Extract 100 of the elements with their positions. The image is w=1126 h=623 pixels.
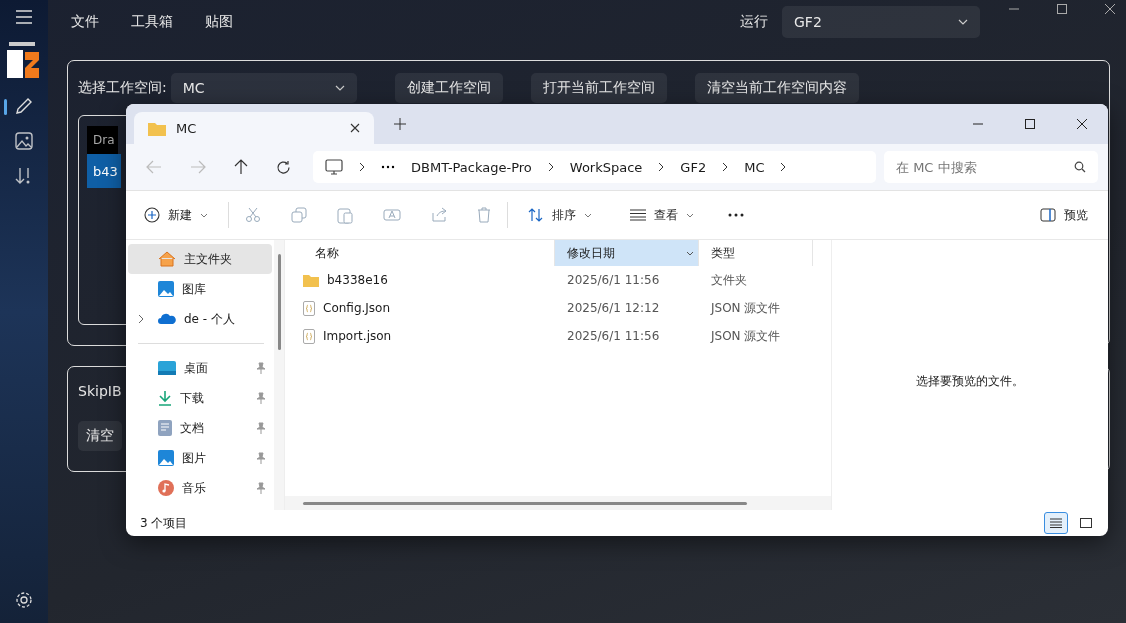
file-name[interactable]: b4338e16: [327, 273, 388, 287]
workspace-button[interactable]: 创建工作空间: [394, 73, 503, 103]
chevron-down-icon: [200, 212, 208, 218]
nav-item[interactable]: 图库: [128, 274, 272, 304]
preview-pane-icon: [1040, 208, 1056, 222]
nav-item[interactable]: 下载: [128, 383, 272, 413]
breadcrumb-item[interactable]: DBMT-Package-Pro: [411, 159, 532, 175]
address-bar[interactable]: DBMT-Package-Pro WorkSpace GF2 MC: [313, 151, 876, 183]
list-view-icon: [630, 209, 646, 221]
picture-icon: [158, 281, 174, 297]
search-field[interactable]: 在 MC 中搜索: [884, 151, 1098, 183]
pin-icon[interactable]: [256, 422, 266, 434]
column-header[interactable]: 修改日期: [555, 240, 699, 266]
selection-indicator: [4, 99, 7, 115]
search-icon: [1074, 161, 1086, 173]
more-icon[interactable]: [381, 165, 395, 169]
close-icon[interactable]: [1104, 3, 1116, 15]
image-icon[interactable]: [15, 132, 33, 150]
modified-date: 2025/6/1 11:56: [567, 329, 660, 343]
menu-icon[interactable]: [15, 10, 33, 24]
new-button[interactable]: 新建: [140, 202, 212, 228]
breadcrumb-item[interactable]: WorkSpace: [569, 159, 643, 175]
file-name[interactable]: Import.json: [323, 329, 392, 343]
preview-message: 选择要预览的文件。: [916, 372, 1024, 390]
game-dropdown[interactable]: GF2: [782, 6, 980, 38]
scrollbar-thumb[interactable]: [277, 254, 281, 350]
sort-arrows-icon: [528, 207, 544, 223]
workspace-button[interactable]: 清空当前工作空间内容: [694, 73, 859, 103]
pencil-icon[interactable]: [14, 96, 34, 116]
cloud-icon: [158, 313, 176, 325]
workspace-button[interactable]: 打开当前工作空间: [530, 73, 667, 103]
document-icon: [158, 420, 172, 436]
workspace-dropdown[interactable]: MC: [170, 73, 357, 103]
more-icon[interactable]: [728, 213, 744, 217]
chevron-down-icon: [686, 212, 694, 218]
preview-button[interactable]: 预览: [1036, 202, 1092, 228]
download-icon: [158, 390, 172, 406]
modified-date: 2025/6/1 12:12: [567, 301, 660, 315]
clear-button[interactable]: 清空: [78, 421, 122, 451]
details-view-icon: [1050, 518, 1062, 528]
monitor-icon: [325, 159, 343, 175]
logo-drawing: [7, 40, 41, 80]
pin-icon[interactable]: [256, 452, 266, 464]
view-button[interactable]: 查看: [626, 202, 698, 228]
pin-icon[interactable]: [256, 482, 266, 494]
nav-item[interactable]: 文档: [128, 413, 272, 443]
list-header: Dra: [87, 126, 118, 154]
expand-chevron-icon[interactable]: [138, 314, 144, 324]
file-type: JSON 源文件: [711, 299, 781, 317]
file-type: 文件夹: [711, 271, 747, 289]
close-icon[interactable]: [1076, 118, 1088, 130]
plus-circle-icon: [144, 207, 160, 223]
chevron-right-icon[interactable]: [780, 162, 787, 172]
settings-icon[interactable]: [15, 591, 33, 609]
nav-item[interactable]: de - 个人: [128, 304, 272, 334]
new-tab-icon[interactable]: [394, 118, 406, 130]
modified-date: 2025/6/1 11:56: [567, 273, 660, 287]
tiles-view-icon: [1080, 518, 1092, 528]
explorer-tab[interactable]: MC: [134, 112, 374, 144]
house-icon: [158, 251, 176, 267]
chevron-down-icon: [334, 85, 345, 91]
close-icon[interactable]: [350, 123, 360, 133]
chevron-right-icon[interactable]: [658, 162, 665, 172]
nav-item[interactable]: 主文件夹: [128, 244, 272, 274]
breadcrumb-item[interactable]: GF2: [680, 159, 707, 175]
desktop-icon: [158, 361, 176, 375]
menu-item[interactable]: 贴图: [205, 13, 233, 31]
refresh-icon[interactable]: [276, 159, 291, 175]
up-icon[interactable]: [234, 159, 248, 175]
chevron-down-icon: [958, 19, 968, 25]
nav-item[interactable]: 桌面: [128, 353, 272, 383]
menu-item[interactable]: 工具箱: [131, 13, 173, 31]
picture-icon: [158, 450, 174, 466]
json-file-icon: [303, 328, 315, 344]
music-icon: [158, 480, 174, 496]
json-file-icon: [303, 300, 315, 316]
nav-item[interactable]: 图片: [128, 443, 272, 473]
maximize-icon[interactable]: [1056, 3, 1068, 15]
folder-icon: [148, 120, 166, 136]
pin-icon[interactable]: [256, 392, 266, 404]
workspace-label: 选择工作空间:: [78, 79, 167, 97]
column-header[interactable]: 类型: [699, 240, 813, 266]
menu-item[interactable]: 文件: [71, 13, 99, 31]
skipib-label: SkipIB: [78, 383, 122, 399]
file-type: JSON 源文件: [711, 327, 781, 345]
chevron-right-icon[interactable]: [547, 162, 554, 172]
details-view-button[interactable]: [1044, 512, 1068, 534]
pin-icon[interactable]: [256, 362, 266, 374]
run-label: 运行: [740, 13, 768, 31]
scrollbar-thumb[interactable]: [303, 501, 747, 505]
chevron-right-icon[interactable]: [722, 162, 729, 172]
chevron-down-icon: [686, 250, 694, 256]
sort-button[interactable]: 排序: [524, 202, 596, 228]
maximize-icon[interactable]: [1024, 118, 1036, 130]
breadcrumb-item[interactable]: MC: [744, 159, 765, 175]
list-item[interactable]: b43: [87, 154, 121, 188]
item-count: 3 个项目: [140, 514, 188, 532]
nav-item[interactable]: 音乐: [128, 473, 272, 503]
chevron-down-icon: [584, 212, 592, 218]
file-name[interactable]: Config.Json: [323, 301, 391, 315]
